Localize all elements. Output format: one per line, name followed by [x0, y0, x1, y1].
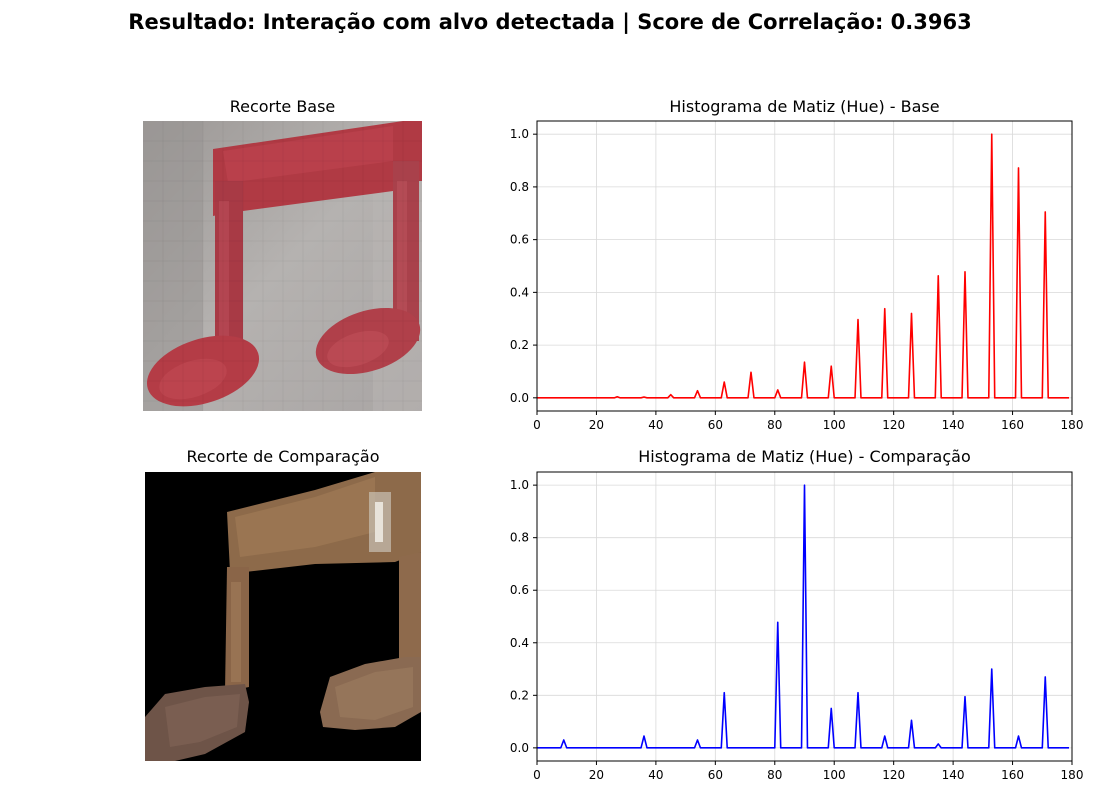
x-tick-label: 180	[1061, 768, 1084, 782]
y-tick-label: 0.2	[510, 688, 529, 702]
y-tick-label: 0.4	[510, 636, 529, 650]
x-tick-label: 0	[533, 768, 541, 782]
y-tick-label: 0.6	[510, 583, 529, 597]
x-tick-label: 160	[1001, 768, 1024, 782]
x-tick-label: 40	[648, 768, 663, 782]
x-tick-label: 120	[882, 768, 905, 782]
x-tick-label: 100	[823, 768, 846, 782]
y-tick-label: 0.0	[510, 741, 529, 755]
y-tick-label: 1.0	[510, 478, 529, 492]
x-tick-label: 60	[708, 768, 723, 782]
y-tick-label: 0.8	[510, 531, 529, 545]
x-tick-label: 20	[589, 768, 604, 782]
series-line	[537, 484, 1070, 749]
x-tick-label: 140	[942, 768, 965, 782]
x-tick-label: 80	[767, 768, 782, 782]
hist-compare-chart: 0 20 40 60 80 100 120 140 160 180 0.0 0.2 0.4 0.6 0.8 1…	[510, 471, 1084, 782]
